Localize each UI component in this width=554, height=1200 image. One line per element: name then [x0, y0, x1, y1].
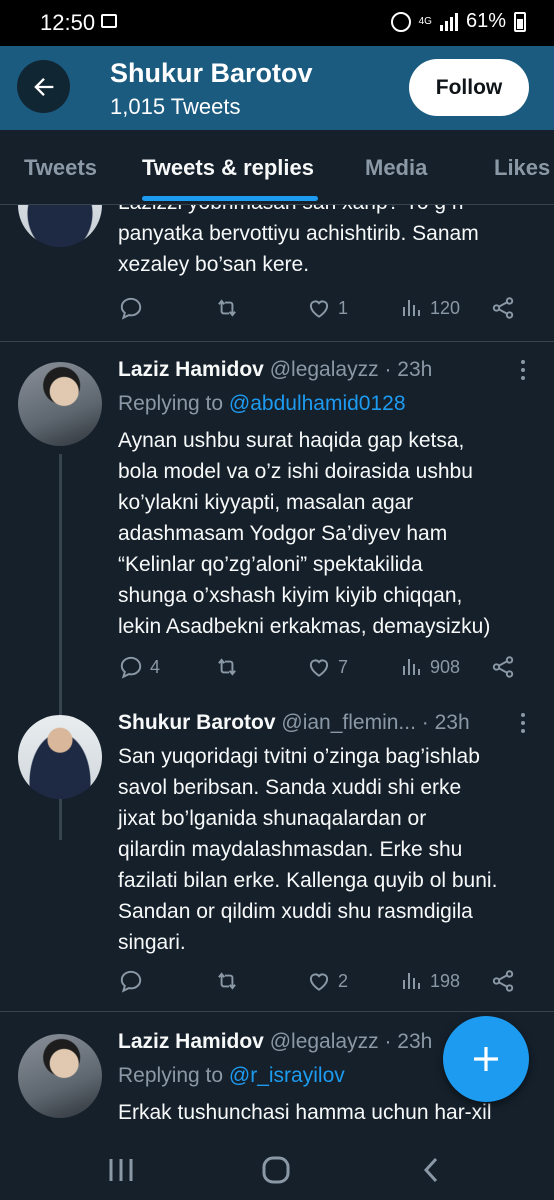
system-nav-bar — [0, 1138, 554, 1200]
reply-button[interactable]: 4 — [118, 654, 160, 680]
home-button[interactable] — [258, 1150, 294, 1190]
heart-icon — [309, 300, 329, 318]
heart-icon — [309, 973, 329, 991]
avatar[interactable] — [18, 1034, 102, 1118]
chevron-left-icon — [423, 1157, 438, 1183]
retweet-icon — [218, 299, 236, 317]
profile-header: Shukur Barotov 1,015 Tweets Follow — [0, 46, 554, 130]
more-options-icon[interactable] — [520, 713, 526, 735]
like-button[interactable]: 7 — [306, 654, 348, 680]
reply-button[interactable] — [118, 295, 150, 321]
author-name[interactable]: Laziz Hamidov — [118, 1030, 264, 1053]
status-time: 12:50 — [40, 10, 96, 35]
plus-icon — [474, 1047, 498, 1071]
views-button[interactable]: 198 — [400, 968, 460, 994]
gallery-notification-icon — [101, 14, 117, 28]
retweet-button[interactable] — [213, 968, 247, 994]
like-button[interactable]: 2 — [306, 968, 348, 994]
more-options-icon[interactable] — [520, 360, 526, 382]
retweet-button[interactable] — [213, 295, 247, 321]
retweet-icon — [218, 658, 236, 676]
alarm-icon — [390, 11, 411, 32]
recent-apps-icon — [109, 1159, 133, 1181]
like-count: 1 — [338, 297, 349, 318]
tweet-text: Erkak tushunchasi hamma uchun har-xil — [118, 1101, 492, 1124]
analytics-icon — [403, 973, 420, 989]
view-count: 120 — [430, 297, 461, 318]
views-button[interactable]: 908 — [400, 654, 460, 680]
view-count: 908 — [430, 656, 461, 677]
compose-tweet-button[interactable] — [443, 1016, 529, 1102]
network-type: 4G — [418, 15, 432, 27]
signal-icon — [439, 12, 458, 31]
recent-apps-button[interactable] — [104, 1150, 138, 1190]
profile-tabs: Tweets Tweets & replies Media Likes — [0, 130, 554, 205]
status-bar: 12:50 4G 61% — [0, 0, 554, 46]
avatar[interactable] — [18, 715, 102, 799]
author-handle[interactable]: @ian_flemin... — [281, 711, 416, 734]
retweet-icon — [218, 972, 236, 990]
battery-icon — [514, 11, 526, 32]
replying-to-handle[interactable]: @r_israyilov — [229, 1064, 345, 1087]
analytics-icon — [403, 300, 420, 316]
tweet-time: · 23h — [384, 1030, 433, 1053]
reply-count: 4 — [150, 656, 161, 677]
replying-to: Replying to @r_israyilov — [118, 1064, 345, 1087]
share-icon — [492, 656, 514, 678]
tab-media[interactable]: Media — [365, 155, 427, 181]
share-button[interactable] — [490, 295, 516, 321]
arrow-left-icon — [33, 77, 53, 96]
heart-icon — [309, 659, 329, 677]
replying-to-handle[interactable]: @abdulhamid0128 — [229, 392, 406, 415]
share-button[interactable] — [490, 968, 516, 994]
reply-icon — [120, 970, 142, 993]
tweet-item[interactable]: Lazizzi yobhmasan san xahp? Yo g ri pany… — [0, 205, 554, 342]
tweet-text: Lazizzi yobhmasan san xahp? Yo g ri pany… — [118, 205, 479, 276]
back-button[interactable] — [17, 60, 70, 113]
tweet-time: · 23h — [421, 711, 470, 734]
profile-name: Shukur Barotov — [110, 58, 313, 88]
tweet-count: 1,015 Tweets — [110, 94, 241, 119]
reply-icon — [120, 656, 142, 679]
back-nav-button[interactable] — [418, 1150, 444, 1190]
share-icon — [492, 970, 514, 992]
battery-percent: 61% — [465, 10, 506, 32]
active-tab-indicator — [142, 196, 318, 201]
tab-tweets[interactable]: Tweets — [24, 155, 97, 181]
views-button[interactable]: 120 — [400, 295, 460, 321]
share-button[interactable] — [490, 654, 516, 680]
share-icon — [492, 297, 514, 319]
analytics-icon — [403, 659, 420, 675]
author-handle[interactable]: @legalayzz — [270, 358, 379, 381]
tweet-text: San yuqoridagi tvitni o’zinga bag’ishlab… — [118, 745, 498, 954]
author-handle[interactable]: @legalayzz — [270, 1030, 379, 1053]
tab-tweets-and-replies[interactable]: Tweets & replies — [142, 155, 314, 181]
author-name[interactable]: Laziz Hamidov — [118, 358, 264, 381]
like-button[interactable]: 1 — [306, 295, 348, 321]
author-name[interactable]: Shukur Barotov — [118, 711, 276, 734]
tweet-feed[interactable]: Lazizzi yobhmasan san xahp? Yo g ri pany… — [0, 205, 554, 1138]
home-icon — [262, 1156, 290, 1184]
tweet-item[interactable]: Shukur Barotov @ian_flemin... · 23h San … — [0, 695, 554, 1012]
avatar[interactable] — [18, 205, 102, 247]
replying-to: Replying to @abdulhamid0128 — [118, 392, 406, 415]
tab-likes[interactable]: Likes — [494, 155, 550, 181]
view-count: 198 — [430, 970, 461, 991]
like-count: 7 — [338, 656, 349, 677]
follow-button[interactable]: Follow — [409, 59, 529, 116]
reply-icon — [120, 297, 142, 320]
tweet-time: · 23h — [384, 358, 433, 381]
reply-button[interactable] — [118, 968, 150, 994]
like-count: 2 — [338, 970, 349, 991]
avatar[interactable] — [18, 362, 102, 446]
tweet-text: Aynan ushbu surat haqida gap ketsa, bola… — [118, 429, 491, 638]
retweet-button[interactable] — [213, 654, 247, 680]
